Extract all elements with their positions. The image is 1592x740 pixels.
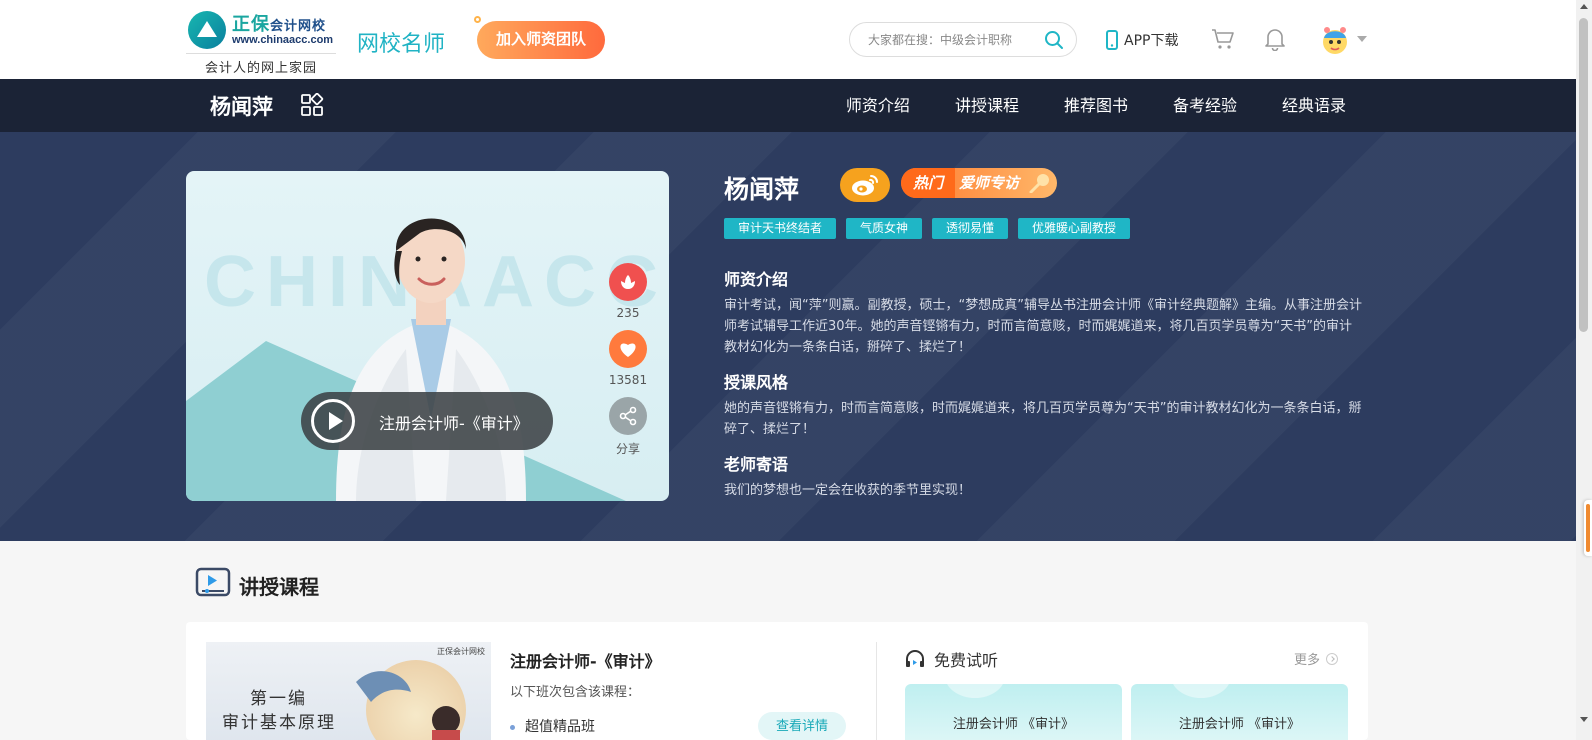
- interview-label: 爱师专访: [959, 174, 1020, 192]
- section-body: 她的声音铿锵有力，时而言简意赅，时而娓娓道来，将几百页学员尊为“天书”的审计教材…: [724, 401, 1362, 437]
- video-course-icon: [195, 567, 231, 603]
- thumb-title-line1: 第一编: [250, 689, 307, 709]
- course-name[interactable]: 注册会计师-《审计》: [510, 648, 661, 672]
- hot-label: 热门: [901, 168, 955, 198]
- search-icon[interactable]: [1044, 30, 1064, 50]
- site-section-name[interactable]: 网校名师: [357, 26, 445, 58]
- trial-card[interactable]: 注册会计师 《审计》: [905, 684, 1122, 740]
- site-header: 正保会计网校 www.chinaacc.com 会计人的网上家园 网校名师 加入…: [0, 0, 1576, 79]
- cart-icon[interactable]: [1211, 28, 1235, 54]
- tag: 气质女神: [846, 218, 923, 239]
- heart-icon: [609, 330, 647, 368]
- chevron-right-icon: [1326, 652, 1339, 665]
- class-item[interactable]: 超值精品班: [510, 716, 595, 736]
- scroll-up-icon[interactable]: [1580, 4, 1588, 9]
- section-body: 审计考试，闻“萍”则赢。副教授，硕士，“梦想成真”辅导丛书注册会计师《审计经典题…: [724, 298, 1362, 355]
- teaching-style-section: 授课风格 她的声音铿锵有力，时而言简意赅，时而娓娓道来，将几百页学员尊为“天书”…: [724, 369, 1364, 440]
- trial-card[interactable]: 注册会计师 《审计》: [1131, 684, 1348, 740]
- logo-mark-icon: [188, 11, 226, 49]
- tag: 优雅暖心副教授: [1018, 218, 1131, 239]
- section-title: 师资介绍: [724, 270, 789, 289]
- share-label: 分享: [615, 442, 640, 456]
- floating-side-tab[interactable]: [1584, 500, 1592, 556]
- page-scrollbar[interactable]: [1576, 0, 1592, 740]
- trial-decor: [945, 684, 1005, 698]
- share-button[interactable]: 分享: [605, 397, 651, 456]
- play-video-button[interactable]: 注册会计师-《审计》: [301, 392, 553, 450]
- flower-count: 235: [616, 306, 640, 320]
- free-trial-heading: 免费试听: [904, 647, 998, 671]
- trial-name: 注册会计师 《审计》: [952, 717, 1075, 732]
- teacher-navbar: 杨闻萍 师资介绍 讲授课程 推荐图书 备考经验 经典语录: [0, 79, 1576, 132]
- scroll-down-icon[interactable]: [1580, 717, 1588, 722]
- teacher-name: 杨闻萍: [724, 175, 800, 204]
- nav-link-faculty-intro[interactable]: 师资介绍: [846, 79, 910, 132]
- microphone-icon: [1029, 173, 1051, 197]
- trial-decor: [1171, 684, 1231, 698]
- teacher-message-section: 老师寄语 我们的梦想也一定会在收获的季节里实现！: [724, 451, 1364, 501]
- faculty-intro-section: 师资介绍 审计考试，闻“萍”则赢。副教授，硕士，“梦想成真”辅导丛书注册会计师《…: [724, 266, 1364, 358]
- app-download-label: APP下载: [1124, 33, 1179, 49]
- app-download-link[interactable]: APP下载: [1106, 29, 1178, 51]
- section-body: 我们的梦想也一定会在收获的季节里实现！: [724, 483, 972, 498]
- course-card: 正保会计网校 第一编 审计基本原理 注册会计师-《审计》 以下班次包含该课程： …: [186, 622, 1368, 740]
- hot-interview-badge[interactable]: 热门 爱师专访: [901, 168, 1057, 198]
- like-count: 13581: [608, 373, 648, 387]
- nav-link-quotes[interactable]: 经典语录: [1282, 79, 1346, 132]
- teacher-tags: 审计天书终结者 气质女神 透彻易懂 优雅暖心副教授: [724, 218, 1140, 239]
- share-icon: [609, 397, 647, 435]
- thumb-title-line2: 审计基本原理: [222, 713, 336, 733]
- trial-name: 注册会计师 《审计》: [1178, 717, 1301, 732]
- view-details-button[interactable]: 查看详情: [758, 712, 846, 740]
- video-title: 注册会计师-《审计》: [379, 414, 529, 433]
- grid-menu-icon[interactable]: [300, 92, 324, 121]
- course-subtitle: 以下班次包含该课程：: [510, 685, 641, 700]
- user-avatar[interactable]: [1319, 24, 1351, 58]
- flower-button[interactable]: 235: [605, 263, 651, 322]
- teacher-photo-card: CHINAACC 注册会计师-《审计》 235: [186, 171, 669, 501]
- tag: 审计天书终结者: [724, 218, 837, 239]
- nav-link-courses[interactable]: 讲授课程: [955, 79, 1019, 132]
- course-thumbnail[interactable]: 正保会计网校 第一编 审计基本原理: [206, 642, 491, 740]
- bell-icon[interactable]: [1264, 27, 1286, 55]
- tag: 透彻易懂: [932, 218, 1009, 239]
- scroll-thumb[interactable]: [1579, 18, 1588, 332]
- phone-icon: [1106, 30, 1118, 50]
- flower-icon: [609, 263, 647, 301]
- decor-dot: [474, 16, 481, 23]
- weibo-icon[interactable]: [840, 168, 890, 202]
- courses-title: 讲授课程: [239, 574, 319, 599]
- section-title: 老师寄语: [724, 455, 789, 474]
- more-link[interactable]: 更多: [1294, 649, 1339, 668]
- nav-links: 师资介绍 讲授课程 推荐图书 备考经验 经典语录: [801, 79, 1346, 132]
- headphones-icon: [906, 650, 924, 667]
- logo-slogan: 会计人的网上家园: [186, 53, 336, 76]
- section-title: 授课风格: [724, 373, 789, 392]
- courses-heading: 讲授课程: [195, 567, 319, 603]
- thumb-logo: 正保会计网校: [437, 647, 485, 656]
- join-faculty-button[interactable]: 加入师资团队: [477, 21, 605, 59]
- play-icon: [311, 399, 355, 443]
- free-trial-title: 免费试听: [934, 651, 999, 670]
- logo-brand: 正保会计网校: [232, 14, 327, 35]
- engagement-buttons: 235 13581 分享: [605, 263, 651, 464]
- teacher-portrait: [336, 218, 526, 501]
- like-button[interactable]: 13581: [605, 330, 651, 389]
- nav-link-exam-experience[interactable]: 备考经验: [1173, 79, 1237, 132]
- search-input[interactable]: [868, 31, 1018, 49]
- teacher-hero: CHINAACC 注册会计师-《审计》 235: [0, 132, 1576, 541]
- nav-link-books[interactable]: 推荐图书: [1064, 79, 1128, 132]
- logo-url: www.chinaacc.com: [232, 34, 334, 46]
- nav-teacher-name: 杨闻萍: [210, 95, 273, 119]
- search-box: [849, 22, 1077, 57]
- divider: [876, 642, 877, 740]
- more-label: 更多: [1294, 653, 1321, 668]
- site-logo[interactable]: 正保会计网校 www.chinaacc.com 会计人的网上家园: [186, 8, 336, 76]
- chevron-down-icon[interactable]: [1357, 36, 1367, 42]
